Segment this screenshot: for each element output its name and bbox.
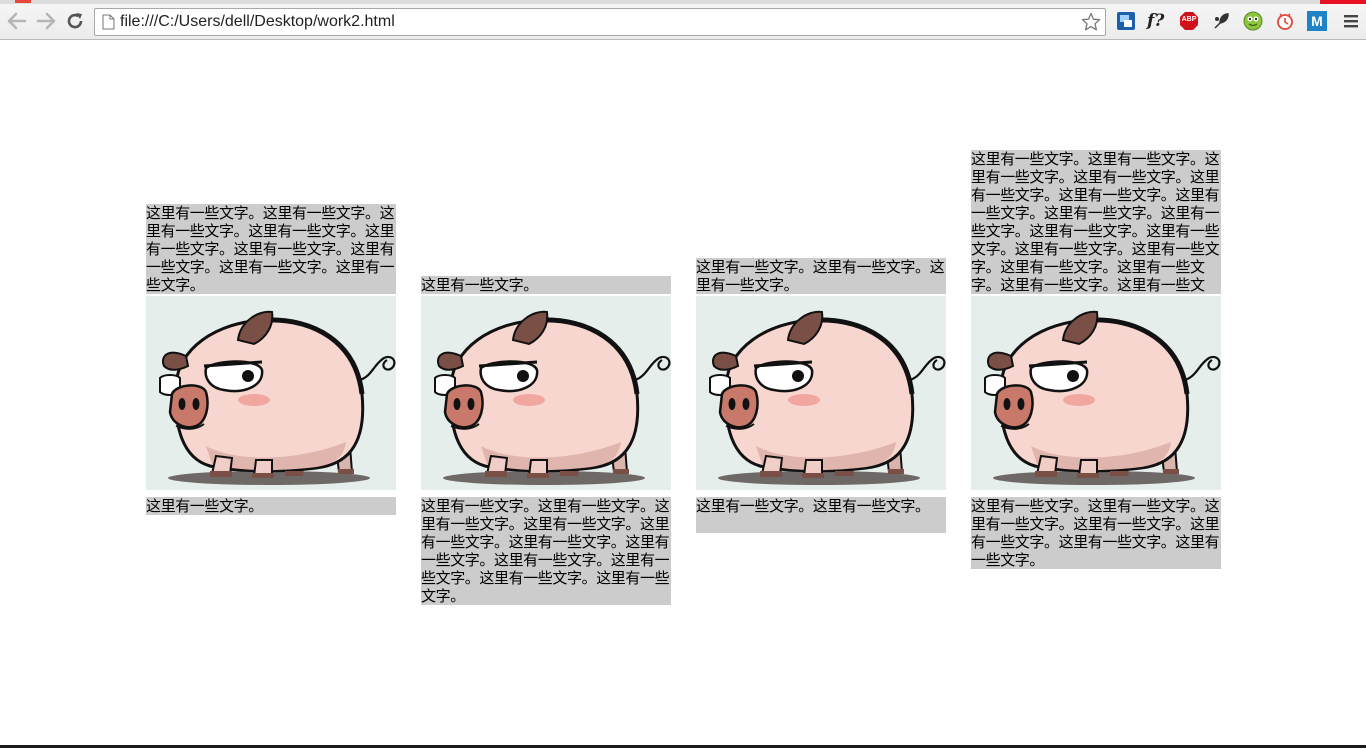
back-arrow-icon <box>7 12 27 30</box>
adblock-plus-button[interactable]: ABP <box>1179 11 1199 31</box>
bookmark-star-icon[interactable] <box>1081 12 1101 32</box>
extension-icon[interactable] <box>1116 11 1136 31</box>
browser-toolbar: file:///C:/Users/dell/Desktop/work2.html… <box>0 0 1366 40</box>
address-bar[interactable]: file:///C:/Users/dell/Desktop/work2.html <box>94 8 1106 36</box>
top-text-block: 这里有一些文字。 <box>421 276 671 294</box>
pig-image <box>421 296 671 490</box>
font-query-icon[interactable]: f? <box>1147 11 1167 31</box>
bottom-text-block: 这里有一些文字。这里有一些文字。 <box>696 497 946 533</box>
pig-illustration <box>696 296 946 490</box>
bottom-text-block: 这里有一些文字。这里有一些文字。这里有一些文字。这里有一些文字。这里有一些文字。… <box>971 497 1221 569</box>
page-icon <box>102 14 115 30</box>
extension-icon[interactable] <box>1211 11 1231 31</box>
top-text-block: 这里有一些文字。这里有一些文字。这里有一些文字。这里有一些文字。这里有一些文字。… <box>146 204 396 294</box>
tab-accent <box>15 0 31 3</box>
pig-image <box>696 296 946 490</box>
pig-illustration <box>146 296 396 490</box>
forward-button[interactable] <box>35 10 57 32</box>
green-face-icon[interactable] <box>1243 11 1263 31</box>
reload-icon <box>67 13 83 29</box>
menu-icon[interactable] <box>1341 11 1361 31</box>
top-text-block: 这里有一些文字。这里有一些文字。这里有一些文字。 <box>696 258 946 294</box>
top-text-block: 这里有一些文字。这里有一些文字。这里有一些文字。这里有一些文字。这里有一些文字。… <box>971 150 1221 294</box>
timer-icon[interactable] <box>1275 11 1295 31</box>
bottom-text-block: 这里有一些文字。这里有一些文字。这里有一些文字。这里有一些文字。这里有一些文字。… <box>421 497 671 605</box>
window-close-button[interactable] <box>1320 0 1366 4</box>
back-button[interactable] <box>6 10 28 32</box>
forward-arrow-icon <box>36 12 56 30</box>
pig-image <box>971 296 1221 490</box>
bottom-text-block: 这里有一些文字。 <box>146 497 396 515</box>
tab-strip <box>0 0 1366 4</box>
pig-illustration <box>421 296 671 490</box>
address-bar-url[interactable]: file:///C:/Users/dell/Desktop/work2.html <box>120 13 395 31</box>
m-extension-icon[interactable]: M <box>1307 11 1327 31</box>
pig-illustration <box>971 296 1221 490</box>
reload-button[interactable] <box>64 10 86 32</box>
adblock-plus-label: ABP <box>1181 16 1197 23</box>
pig-image <box>146 296 396 490</box>
